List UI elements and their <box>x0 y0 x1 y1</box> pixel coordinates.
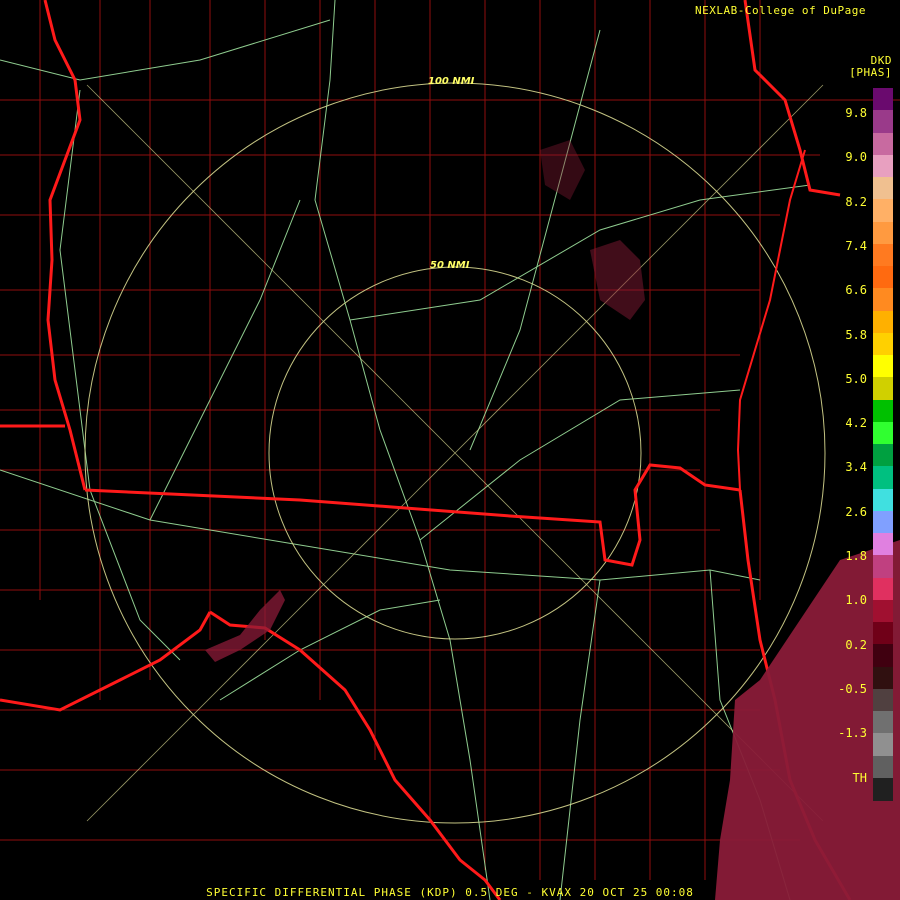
units-label: [PHAS] <box>849 66 892 79</box>
legend-swatch <box>873 199 893 222</box>
legend-swatch <box>873 777 893 801</box>
legend-tick: 3.4 <box>845 460 867 475</box>
legend-swatch <box>873 711 893 734</box>
legend-tick: 5.0 <box>845 371 867 386</box>
legend-swatch <box>873 622 893 645</box>
legend-swatch <box>873 444 893 467</box>
legend-swatch <box>873 488 893 512</box>
legend-tick: -0.5 <box>838 681 867 696</box>
legend-swatch <box>873 154 893 178</box>
legend-tick: 2.6 <box>845 504 867 519</box>
legend-swatch <box>873 555 893 578</box>
legend-tick: 9.0 <box>845 150 867 165</box>
legend-swatch <box>873 466 893 489</box>
product-caption: SPECIFIC DIFFERENTIAL PHASE (KDP) 0.5 DE… <box>206 886 694 899</box>
legend-tick: 7.4 <box>845 238 867 253</box>
legend-swatch <box>873 577 893 601</box>
legend-swatch <box>873 399 893 423</box>
legend-swatch <box>873 332 893 356</box>
legend-swatch <box>873 266 893 289</box>
legend-swatch <box>873 733 893 756</box>
legend-swatch <box>873 288 893 311</box>
radar-map: 50 NMI 100 NMI <box>0 0 900 900</box>
legend-swatch <box>873 355 893 378</box>
legend-swatch <box>873 377 893 400</box>
ring-label-50: 50 NMI <box>430 260 470 271</box>
legend-swatch <box>873 132 893 156</box>
legend-tick: -1.3 <box>838 726 867 741</box>
legend-tick: 1.0 <box>845 593 867 608</box>
legend-tick: 8.2 <box>845 194 867 209</box>
credit-label: NEXLAB-College of DuPage <box>695 4 866 17</box>
color-legend <box>873 88 893 801</box>
ring-label-100: 100 NMI <box>428 76 475 87</box>
legend-swatch <box>873 421 893 445</box>
legend-tick: 6.6 <box>845 283 867 298</box>
legend-tick: 9.8 <box>845 106 867 120</box>
legend-swatch <box>873 88 893 111</box>
legend-tick: 5.8 <box>845 327 867 342</box>
legend-swatch <box>873 510 893 534</box>
legend-swatch <box>873 599 893 623</box>
legend-swatch <box>873 110 893 133</box>
legend-tick: 4.2 <box>845 416 867 431</box>
legend-swatch <box>873 644 893 667</box>
legend-swatch <box>873 221 893 245</box>
legend-swatch <box>873 177 893 200</box>
legend-swatch <box>873 533 893 556</box>
legend-swatch <box>873 243 893 267</box>
legend-tick: 1.8 <box>845 549 867 563</box>
legend-swatch <box>873 755 893 779</box>
legend-tick: TH <box>852 770 867 785</box>
legend-tick: 0.2 <box>845 637 867 652</box>
legend-swatch <box>873 310 893 334</box>
legend-swatch <box>873 666 893 690</box>
legend-swatch <box>873 688 893 712</box>
